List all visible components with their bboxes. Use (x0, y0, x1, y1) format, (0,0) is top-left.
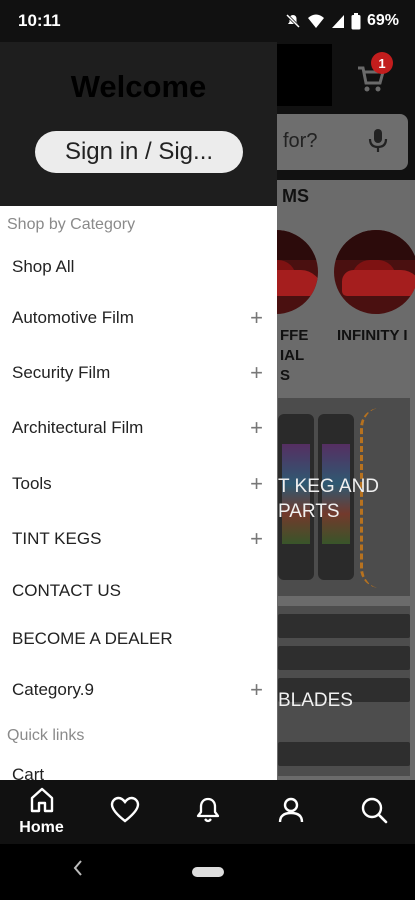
search-placeholder: for? (283, 130, 318, 152)
banner-text: BLADES (278, 690, 353, 711)
back-icon[interactable] (72, 858, 84, 884)
drawer-item-label: Cart (12, 765, 45, 780)
banner-text: T KEG AND PARTS (278, 476, 380, 522)
drawer-item-automotive-film[interactable]: Automotive Film + (0, 295, 277, 341)
drawer-item-tools[interactable]: Tools + (0, 461, 277, 507)
drawer-item-label: CONTACT US (12, 581, 121, 600)
drawer-item-label: Shop All (12, 257, 75, 276)
collection-label: FFE IAL S (280, 327, 309, 384)
drawer-item-tint-kegs[interactable]: TINT KEGS + (0, 516, 277, 562)
welcome-title: Welcome (70, 69, 207, 104)
drawer-item-label: Security Film (12, 363, 111, 382)
system-nav-bar (0, 844, 415, 900)
drawer-header: Welcome Sign in / Sig... (0, 42, 277, 206)
home-pill-icon[interactable] (192, 867, 224, 877)
status-time: 10:11 (18, 11, 61, 30)
navigation-drawer: Welcome Sign in / Sig... Shop by Categor… (0, 42, 277, 780)
nav-home[interactable]: Home (0, 780, 83, 844)
home-icon (28, 787, 56, 818)
wifi-icon (307, 13, 325, 29)
bottom-nav: Home (0, 780, 415, 844)
drawer-item-label: Automotive Film (12, 308, 134, 327)
signal-icon (331, 13, 345, 29)
drawer-item-contact-us[interactable]: CONTACT US (0, 568, 277, 614)
cart-badge: 1 (371, 52, 393, 74)
drawer-item-become-a-dealer[interactable]: BECOME A DEALER (0, 616, 277, 662)
nav-search[interactable] (332, 780, 415, 844)
expand-icon[interactable]: + (250, 473, 263, 495)
battery-icon (351, 12, 361, 30)
drawer-item-label: BECOME A DEALER (12, 629, 173, 648)
drawer-item-label: TINT KEGS (12, 529, 102, 548)
section-shop-by-category: Shop by Category (7, 216, 136, 233)
battery-percent: 69% (366, 12, 399, 29)
drawer-item-architectural-film[interactable]: Architectural Film + (0, 405, 277, 451)
mic-icon[interactable] (368, 128, 388, 159)
expand-icon[interactable]: + (250, 417, 263, 439)
nav-notifications[interactable] (166, 780, 249, 844)
drawer-item-label: Tools (12, 474, 52, 493)
drawer-item-label: Category.9 (12, 680, 94, 699)
section-quick-links: Quick links (7, 727, 85, 744)
drawer-item-shop-all[interactable]: Shop All (0, 244, 277, 290)
collection-thumbnail[interactable] (334, 230, 415, 314)
drawer-item-cart[interactable]: Cart (0, 752, 277, 780)
nav-wishlist[interactable] (83, 780, 166, 844)
drawer-item-category-9[interactable]: Category.9 + (0, 667, 277, 713)
expand-icon[interactable]: + (250, 528, 263, 550)
search-icon (360, 796, 388, 829)
expand-icon[interactable]: + (250, 362, 263, 384)
status-bar: 10:11 69% (0, 0, 415, 42)
cart-button[interactable]: 1 (356, 52, 396, 94)
signin-button[interactable]: Sign in / Sig... (35, 131, 243, 173)
status-icons: 69% (285, 12, 399, 30)
section-title: MS (282, 186, 309, 206)
bell-icon (195, 796, 221, 829)
drawer-item-security-film[interactable]: Security Film + (0, 350, 277, 396)
expand-icon[interactable]: + (250, 679, 263, 701)
nav-account[interactable] (249, 780, 332, 844)
mute-icon (285, 13, 301, 29)
nav-home-label: Home (19, 819, 64, 836)
expand-icon[interactable]: + (250, 307, 263, 329)
drawer-item-label: Architectural Film (12, 418, 144, 437)
user-icon (277, 796, 305, 829)
collection-label: INFINITY I (337, 327, 408, 344)
heart-icon (110, 796, 140, 829)
